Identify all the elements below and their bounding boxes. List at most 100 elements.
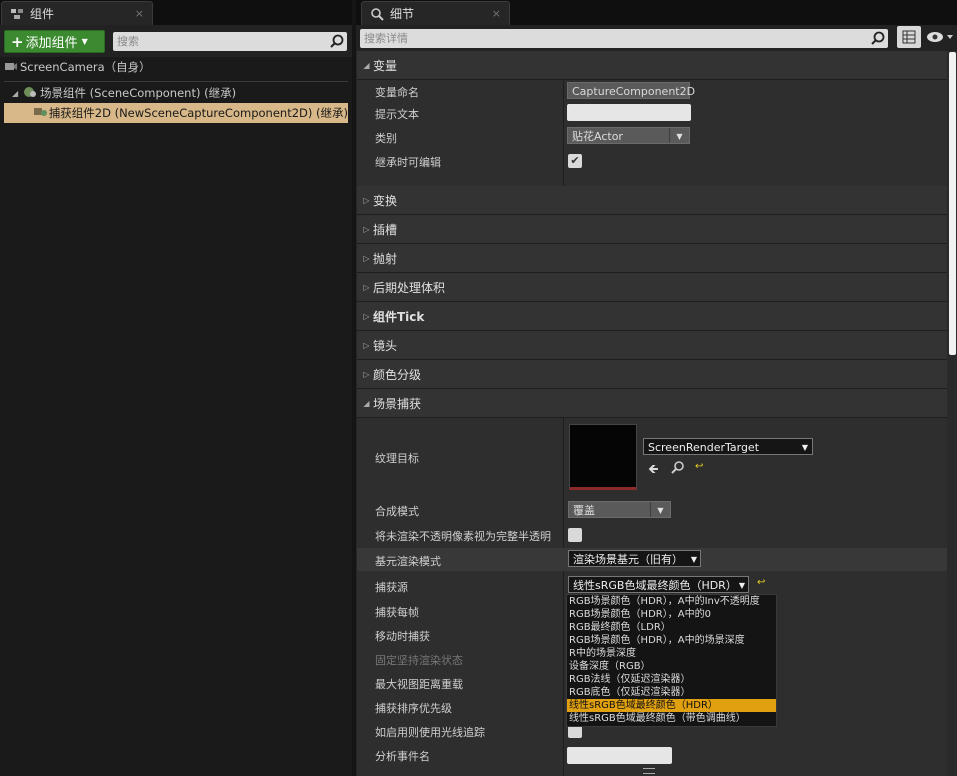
tab-components-label: 组件: [30, 7, 55, 21]
category-scene-capture[interactable]: ◢ 场景捕获: [357, 389, 949, 418]
treat-unrendered-checkbox[interactable]: [568, 528, 582, 542]
tree-divider: [4, 81, 348, 82]
capture-source-combo[interactable]: 线性sRGB色域最终颜色（HDR） ▼: [568, 576, 749, 593]
expand-arrow-icon: ▷: [363, 282, 370, 292]
capture-source-option-selected[interactable]: 线性sRGB色域最终颜色（HDR）: [567, 699, 776, 712]
capture-every-frame-label: 捕获每帧: [375, 606, 419, 619]
category-lens-label: 镜头: [373, 338, 398, 353]
tree-root-item[interactable]: ScreenCamera（自身）: [4, 57, 151, 77]
components-panel: 组件 × + 添加组件 ▼ 搜索 ScreenCamera（自身） ◢ 场景组件…: [0, 0, 352, 776]
capture-source-option[interactable]: RGB法线（仅延迟渲染器）: [567, 673, 776, 686]
texture-target-combo[interactable]: ScreenRenderTarget ▼: [643, 438, 813, 455]
search-icon[interactable]: [871, 31, 885, 45]
expand-arrow-icon: ▷: [363, 311, 370, 321]
browse-search-icon[interactable]: [671, 460, 685, 477]
search-icon[interactable]: [330, 34, 344, 48]
capture-source-option[interactable]: RGB底色（仅延迟渲染器）: [567, 686, 776, 699]
capture-source-option[interactable]: 线性sRGB色域最终颜色（带色调曲线）: [567, 712, 776, 725]
capture-component-icon: [32, 105, 49, 122]
editable-on-inherit-label: 继承时可编辑: [375, 156, 441, 169]
details-search-placeholder: 搜索详情: [364, 32, 408, 45]
variable-name-label: 变量命名: [375, 86, 419, 99]
reset-to-default-icon[interactable]: ↩: [757, 577, 765, 588]
details-tab-bar: 细节 ×: [356, 0, 957, 25]
chevron-down-icon: ▼: [738, 581, 745, 590]
scene-component-icon: [22, 85, 40, 102]
scene-component-label: 场景组件 (SceneComponent) (继承): [40, 86, 237, 100]
chevron-down-icon: ▼: [801, 443, 808, 452]
composite-mode-combo[interactable]: 覆盖 ▼: [568, 501, 671, 518]
chevron-down-icon: ▼: [650, 502, 670, 517]
expand-arrow-icon: ▷: [363, 340, 370, 350]
category-variables[interactable]: ◢ 变量: [357, 51, 949, 80]
details-scrollbar[interactable]: [947, 51, 957, 776]
chevron-down-icon: ▼: [690, 555, 697, 564]
category-postprocess[interactable]: ▷ 后期处理体积: [357, 273, 949, 302]
resize-grip-icon[interactable]: [643, 768, 655, 774]
variable-name-field[interactable]: CaptureComponent2D: [567, 82, 695, 99]
category-postprocess-label: 后期处理体积: [373, 280, 446, 295]
capture-source-option[interactable]: 设备深度（RGB）: [567, 660, 776, 673]
plus-icon: +: [11, 32, 24, 51]
property-matrix-button[interactable]: [897, 26, 921, 48]
category-label: 类别: [375, 132, 397, 145]
category-projectile[interactable]: ▷ 抛射: [357, 244, 949, 273]
category-combo[interactable]: 贴花Actor ▼: [567, 127, 690, 144]
add-component-label: 添加组件: [25, 36, 78, 51]
category-lens[interactable]: ▷ 镜头: [357, 331, 949, 360]
category-sockets[interactable]: ▷ 插槽: [357, 215, 949, 244]
category-transform-label: 变换: [373, 193, 398, 208]
tooltip-label: 提示文本: [375, 108, 419, 121]
capture-source-option[interactable]: R中的场景深度: [567, 647, 776, 660]
category-color-grading[interactable]: ▷ 颜色分级: [357, 360, 949, 389]
view-options-button[interactable]: [925, 28, 955, 46]
capture-source-option[interactable]: RGB场景颜色（HDR），A中的0: [567, 608, 776, 621]
details-content: ◢ 变量 变量命名 CaptureComponent2D 提示文本 类别 贴花A…: [356, 51, 957, 776]
texture-thumbnail[interactable]: [569, 424, 637, 490]
tree-item-capture-component[interactable]: 捕获组件2D (NewSceneCaptureComponent2D) (继承): [4, 103, 348, 123]
tab-details[interactable]: 细节 ×: [361, 1, 510, 25]
collapse-arrow-icon: ◢: [363, 398, 370, 408]
category-projectile-label: 抛射: [373, 251, 398, 266]
components-search-input[interactable]: 搜索: [113, 32, 347, 51]
primitive-render-mode-label: 基元渲染模式: [375, 555, 441, 568]
editable-on-inherit-checkbox[interactable]: ✔: [568, 154, 582, 168]
reset-to-default-icon[interactable]: ↩: [695, 461, 703, 472]
category-color-grading-label: 颜色分级: [373, 367, 422, 382]
details-search-input[interactable]: 搜索详情: [360, 29, 888, 48]
capture-source-option[interactable]: RGB最终颜色（LDR）: [567, 621, 776, 634]
collapse-arrow-icon[interactable]: ◢: [12, 89, 22, 98]
texture-target-label: 纹理目标: [375, 452, 419, 465]
expand-arrow-icon: ▷: [363, 224, 370, 234]
close-icon[interactable]: ×: [492, 7, 501, 20]
expand-arrow-icon: ▷: [363, 195, 370, 205]
close-icon[interactable]: ×: [135, 7, 144, 20]
chevron-down-icon: ▼: [81, 37, 88, 46]
composite-mode-label: 合成模式: [375, 505, 419, 518]
add-component-button[interactable]: + 添加组件 ▼: [4, 30, 105, 53]
tab-components[interactable]: 组件 ×: [1, 1, 153, 25]
components-toolbar: + 添加组件 ▼ 搜索: [0, 25, 352, 57]
eye-icon: [925, 32, 955, 49]
variables-properties: 变量命名 CaptureComponent2D 提示文本 类别 贴花Actor …: [357, 80, 949, 186]
category-value: 贴花Actor: [572, 130, 623, 143]
tree-root-label: ScreenCamera（自身）: [20, 60, 151, 74]
tooltip-field[interactable]: [567, 104, 691, 121]
texture-target-value: ScreenRenderTarget: [648, 441, 760, 454]
category-component-tick[interactable]: ▷ 组件Tick: [357, 302, 949, 331]
category-component-tick-label: 组件Tick: [373, 309, 425, 324]
scrollbar-thumb[interactable]: [949, 52, 956, 355]
profiling-event-field[interactable]: [567, 747, 672, 764]
primitive-render-mode-combo[interactable]: 渲染场景基元（旧有） ▼: [568, 550, 701, 567]
capture-source-option[interactable]: RGB场景颜色（HDR），A中的场景深度: [567, 634, 776, 647]
max-view-distance-label: 最大视图距离重载: [375, 678, 463, 691]
column-divider: [563, 418, 564, 776]
capture-source-option[interactable]: RGB场景颜色（HDR），A中的Inv不透明度: [567, 595, 776, 608]
use-selected-arrow-icon[interactable]: 🡸: [648, 460, 659, 482]
tree-item-scene-component[interactable]: ◢ 场景组件 (SceneComponent) (继承): [12, 83, 236, 103]
chevron-down-icon: ▼: [669, 128, 689, 143]
check-icon: ✔: [570, 154, 580, 167]
capture-component-label: 捕获组件2D (NewSceneCaptureComponent2D) (继承): [48, 106, 348, 120]
category-transform[interactable]: ▷ 变换: [357, 186, 949, 215]
capture-sort-priority-label: 捕获排序优先级: [375, 702, 452, 715]
